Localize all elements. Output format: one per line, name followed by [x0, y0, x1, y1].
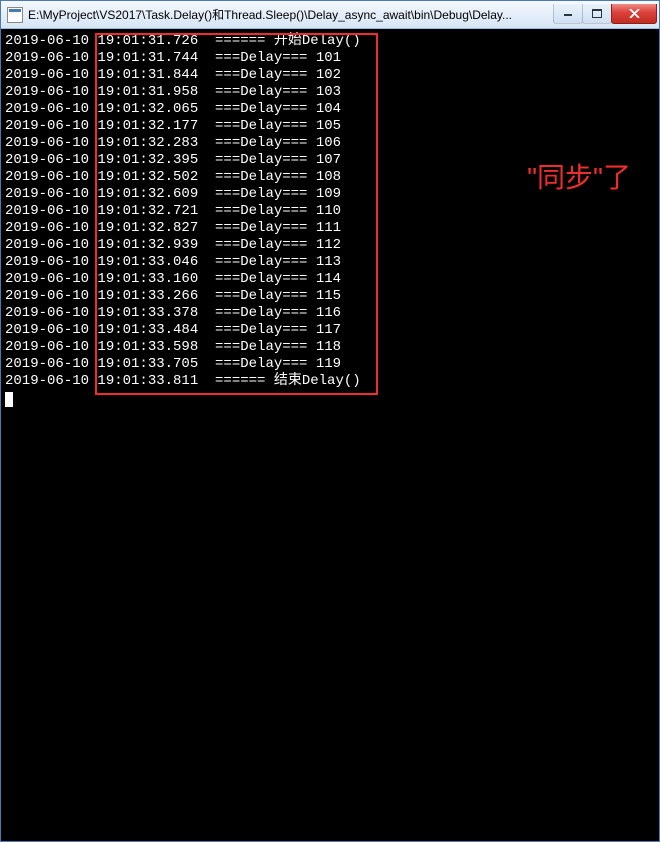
console-text: 2019-06-10 19:01:31.726 ====== 开始Delay()…: [5, 33, 655, 390]
window-title: E:\MyProject\VS2017\Task.Delay()和Thread.…: [28, 6, 554, 23]
titlebar[interactable]: E:\MyProject\VS2017\Task.Delay()和Thread.…: [1, 1, 659, 29]
console-output[interactable]: 2019-06-10 19:01:31.726 ====== 开始Delay()…: [1, 29, 659, 841]
close-icon: [629, 9, 640, 18]
maximize-button[interactable]: [582, 4, 612, 24]
console-window: E:\MyProject\VS2017\Task.Delay()和Thread.…: [0, 0, 660, 842]
text-cursor: [5, 392, 13, 407]
minimize-button[interactable]: [553, 4, 583, 24]
maximize-icon: [592, 9, 602, 18]
app-icon: [7, 7, 23, 23]
minimize-icon: [563, 9, 573, 17]
window-controls: [554, 4, 657, 24]
close-button[interactable]: [611, 4, 657, 24]
